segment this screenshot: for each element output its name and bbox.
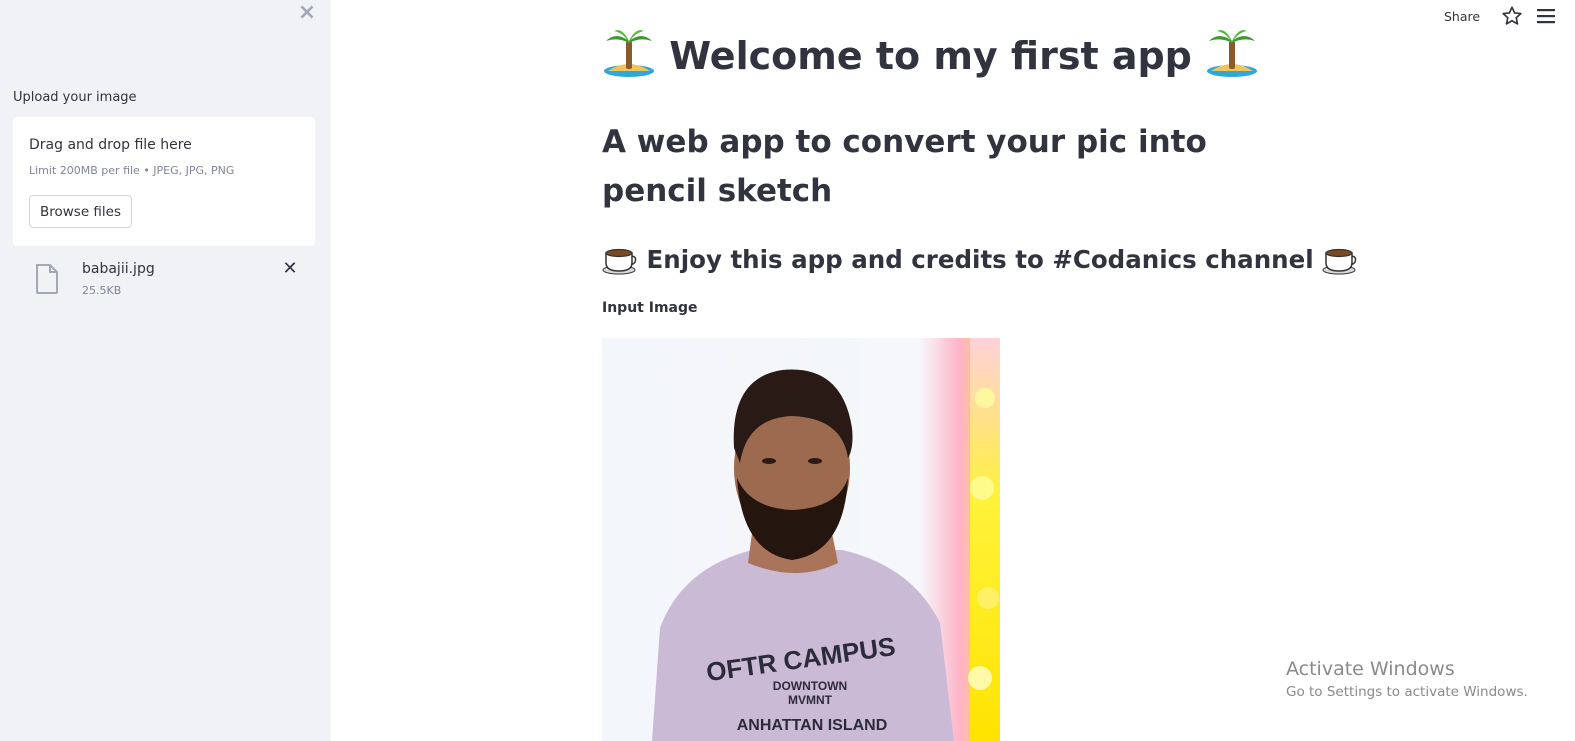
activate-windows-subtitle: Go to Settings to activate Windows. <box>1286 684 1528 700</box>
dropzone-limit: Limit 200MB per file • JPEG, JPG, PNG <box>29 164 235 177</box>
remove-file-icon[interactable]: ✕ <box>280 259 300 279</box>
credits-text: Enjoy this app and credits to #Codanics … <box>646 245 1314 274</box>
desert-island-emoji-icon <box>1207 30 1258 77</box>
upload-label: Upload your image <box>13 90 137 105</box>
activate-windows-title: Activate Windows <box>1286 658 1455 680</box>
uploaded-file-item: babajii.jpg 25.5KB ✕ <box>35 259 305 300</box>
main-content: Welcome to my first app A web app to con… <box>602 0 1357 741</box>
star-icon[interactable] <box>1501 5 1523 27</box>
hot-beverage-emoji-icon <box>602 248 637 275</box>
svg-text:ANHATTAN ISLAND: ANHATTAN ISLAND <box>737 717 888 734</box>
sidebar-close-icon[interactable]: × <box>296 2 318 24</box>
credits-heading: Enjoy this app and credits to #Codanics … <box>602 240 1358 280</box>
file-icon <box>36 264 58 294</box>
page-title: Welcome to my first app <box>602 26 1259 86</box>
file-dropzone[interactable]: Drag and drop file here Limit 200MB per … <box>13 117 315 246</box>
hamburger-menu-icon[interactable] <box>1535 7 1557 25</box>
file-name: babajii.jpg <box>82 261 155 277</box>
input-image-label: Input Image <box>602 300 698 316</box>
page-subtitle: A web app to convert your pic into penci… <box>602 124 1207 209</box>
hot-beverage-emoji-icon <box>1322 248 1357 275</box>
input-image: OFTR CAMPUS DOWNTOWN MVMNT ANHATTAN ISLA… <box>602 338 1000 741</box>
dropzone-title: Drag and drop file here <box>29 137 192 153</box>
share-button[interactable]: Share <box>1440 6 1484 26</box>
svg-text:MVMNT: MVMNT <box>788 693 833 707</box>
file-size: 25.5KB <box>82 284 122 297</box>
svg-text:DOWNTOWN: DOWNTOWN <box>773 679 847 693</box>
desert-island-emoji-icon <box>604 30 654 77</box>
app-root: × Upload your image Drag and drop file h… <box>0 0 1575 741</box>
browse-files-button[interactable]: Browse files <box>29 195 132 228</box>
page-title-text: Welcome to my first app <box>669 34 1192 78</box>
sidebar: × Upload your image Drag and drop file h… <box>0 0 331 741</box>
